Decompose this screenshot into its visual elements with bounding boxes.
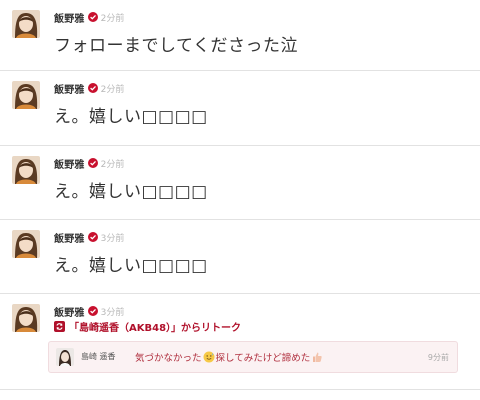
avatar[interactable] bbox=[12, 156, 40, 184]
verified-check-icon bbox=[87, 306, 98, 316]
post-text: え。嬉しい□□□□ bbox=[54, 256, 208, 276]
verified-check-icon bbox=[87, 12, 98, 22]
post-text: フォローまでしてくださった泣 bbox=[54, 36, 298, 56]
thumbs-up-emoji-icon bbox=[311, 351, 323, 363]
quoted-time: 9分前 bbox=[427, 353, 449, 362]
verified-check-icon bbox=[87, 158, 98, 168]
post-time: 3分前 bbox=[100, 307, 125, 318]
post-meta: 飯野雅 2分前 bbox=[54, 10, 125, 25]
post-text: え。嬉しい□□□□ bbox=[54, 107, 208, 127]
retalk-label[interactable]: 「島崎遥香（AKB48）」からリトーク bbox=[69, 319, 241, 334]
quoted-author-name[interactable]: 島崎 遥香 bbox=[81, 351, 116, 362]
post-meta: 飯野雅 3分前 bbox=[54, 230, 125, 245]
quoted-avatar[interactable] bbox=[56, 348, 74, 366]
verified-check-icon bbox=[87, 232, 98, 242]
post-text: え。嬉しい□□□□ bbox=[54, 182, 208, 202]
retalk-header[interactable]: 「島崎遥香（AKB48）」からリトーク bbox=[54, 319, 241, 334]
verified-check-icon bbox=[87, 83, 98, 93]
sweat-smile-emoji-icon bbox=[203, 351, 215, 363]
post-time: 2分前 bbox=[100, 159, 125, 170]
author-name[interactable]: 飯野雅 bbox=[54, 10, 85, 25]
talk-post[interactable]: 飯野雅 2分前 え。嬉しい□□□□ bbox=[0, 146, 480, 220]
post-meta: 飯野雅 2分前 bbox=[54, 156, 125, 171]
talk-post[interactable]: 飯野雅 2分前 フォローまでしてくださった泣 bbox=[0, 0, 480, 71]
post-time: 3分前 bbox=[100, 233, 125, 244]
post-meta: 飯野雅 3分前 bbox=[54, 304, 125, 319]
author-name[interactable]: 飯野雅 bbox=[54, 156, 85, 171]
post-time: 2分前 bbox=[100, 84, 125, 95]
author-name[interactable]: 飯野雅 bbox=[54, 230, 85, 245]
quoted-text-before: 気づかなかった bbox=[135, 353, 202, 364]
talk-post[interactable]: 飯野雅 2分前 え。嬉しい□□□□ bbox=[0, 71, 480, 146]
talk-feed: 飯野雅 2分前 フォローまでしてくださった泣 飯野雅 2分前 え。嬉しい□□□□… bbox=[0, 0, 480, 400]
retalk-icon bbox=[54, 321, 65, 332]
talk-post[interactable]: 飯野雅 3分前 え。嬉しい□□□□ bbox=[0, 220, 480, 294]
post-meta: 飯野雅 2分前 bbox=[54, 81, 125, 96]
avatar[interactable] bbox=[12, 304, 40, 332]
post-time: 2分前 bbox=[100, 13, 125, 24]
quoted-text-after: 探してみたけど諦めた bbox=[215, 353, 311, 364]
quoted-talk[interactable]: 島崎 遥香 気づかなかった 探してみたけど諦めた 9分前 bbox=[48, 341, 458, 373]
quoted-text: 気づかなかった 探してみたけど諦めた bbox=[135, 350, 324, 364]
avatar[interactable] bbox=[12, 81, 40, 109]
author-name[interactable]: 飯野雅 bbox=[54, 81, 85, 96]
retalk-post[interactable]: 飯野雅 3分前 「島崎遥香（AKB48）」からリトーク 島崎 遥香 気づかなかっ… bbox=[0, 294, 480, 390]
author-name[interactable]: 飯野雅 bbox=[54, 304, 85, 319]
avatar[interactable] bbox=[12, 230, 40, 258]
avatar[interactable] bbox=[12, 10, 40, 38]
